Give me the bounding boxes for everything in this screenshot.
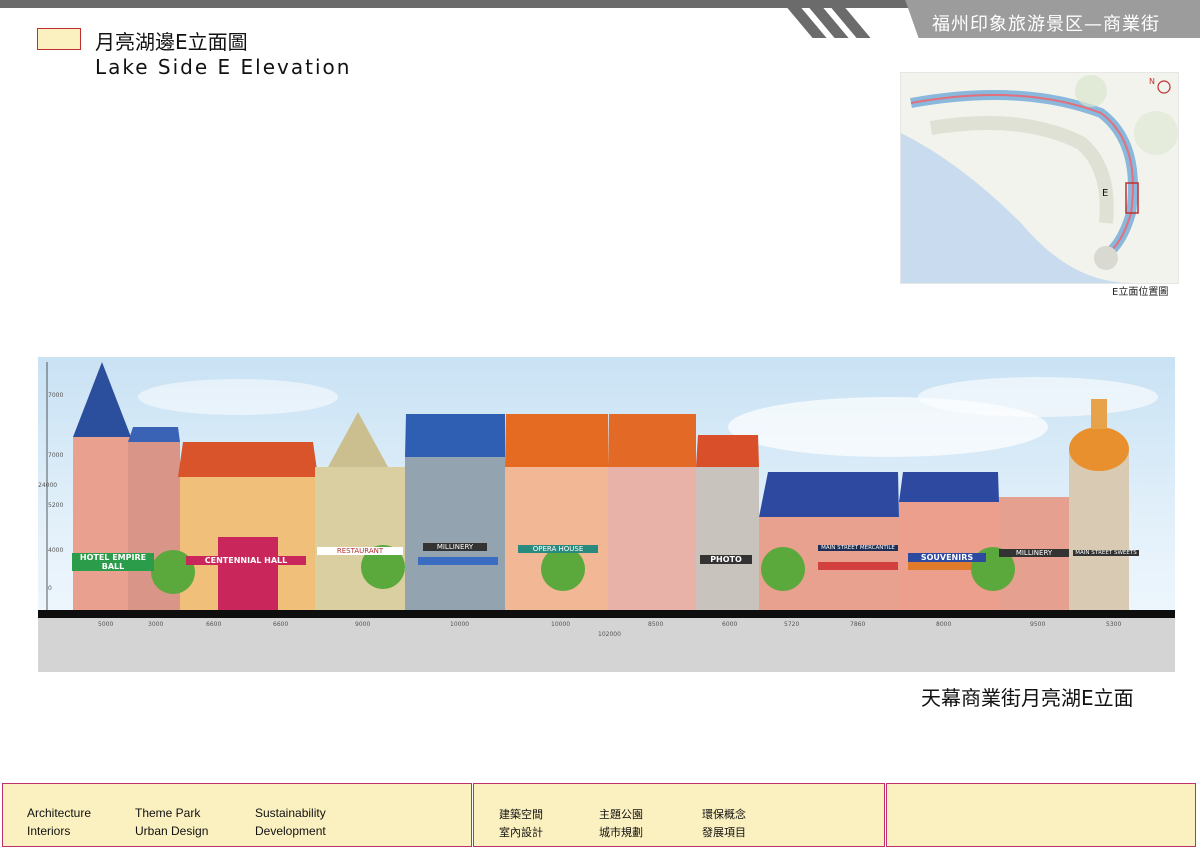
key-map-caption: E立面位置圖 — [1112, 287, 1169, 298]
footer-panel-en: Architecture Interiors Theme Park Urban … — [2, 783, 472, 847]
footer-cn-2a: 主題公園 — [599, 808, 643, 821]
dimension-label: 10000 — [551, 621, 571, 628]
height-label: 7000 — [48, 392, 64, 399]
footer-en-2b: Urban Design — [135, 824, 209, 838]
building-sweets — [1069, 452, 1129, 610]
dimension-label: 10000 — [450, 621, 470, 628]
dimension-label: 8500 — [648, 621, 664, 628]
project-title: 福州印象旅游景区—商業街 — [932, 14, 1160, 35]
footer-panel-cn: 建築空間 室內設計 主題公園 城市規劃 環保概念 發展項目 — [473, 783, 885, 847]
sign-sweets: MAIN STREET SWEETS — [1073, 550, 1139, 556]
height-label: 5200 — [48, 502, 64, 509]
map-marker-label: E — [1102, 188, 1109, 199]
dimension-label: 5720 — [784, 621, 800, 628]
sign-souvenirs: SOUVENIRS — [908, 553, 986, 562]
building-restaurant — [315, 467, 405, 610]
footer-en-1a: Architecture — [27, 806, 92, 820]
key-map-drawing — [901, 73, 1178, 283]
elevation-drawing: HOTEL EMPIRE BALL CENTENNIAL HALL RESTAU… — [38, 357, 1175, 672]
footer-en-1b: Interiors — [27, 824, 71, 838]
building-millinery — [405, 457, 505, 610]
dimension-label: 5000 — [98, 621, 114, 628]
dimension-label: 6600 — [273, 621, 289, 628]
dimension-label: 8000 — [936, 621, 952, 628]
road — [38, 610, 1175, 618]
dimension-label: 5300 — [1106, 621, 1122, 628]
page-title-cn: 月亮湖邊E立面圖 — [95, 30, 248, 54]
total-height-label: 24000 — [38, 482, 58, 489]
title-swatch — [37, 28, 81, 50]
sign-mercantile: MAIN STREET MERCANTILE — [818, 545, 898, 551]
sign-millinery: MILLINERY — [423, 543, 487, 551]
building-photo — [608, 467, 696, 610]
height-label: 4000 — [48, 547, 64, 554]
sign-restaurant: RESTAURANT — [317, 547, 403, 555]
tree — [541, 547, 585, 591]
sign-hotel: HOTEL EMPIRE BALL — [72, 553, 154, 571]
dimension-label: 6000 — [722, 621, 738, 628]
north-label: N — [1149, 77, 1155, 86]
footer-cn-3b: 發展項目 — [702, 826, 746, 839]
dimension-label: 9000 — [355, 621, 371, 628]
height-label: 7000 — [48, 452, 64, 459]
footer-cn-3a: 環保概念 — [702, 808, 746, 821]
ground — [38, 610, 1175, 672]
page-title-en: Lake Side E Elevation — [95, 55, 352, 79]
sign-millinery-2: MILLINERY — [999, 549, 1069, 557]
sign-opera: OPERA HOUSE — [518, 545, 598, 553]
dimension-label: 9500 — [1030, 621, 1046, 628]
tree — [761, 547, 805, 591]
sign-centennial: CENTENNIAL HALL — [186, 556, 306, 565]
footer-en-3a: Sustainability — [255, 806, 326, 820]
height-label: 0 — [48, 585, 52, 592]
key-map: N E — [900, 72, 1179, 284]
elevation-caption: 天幕商業街月亮湖E立面 — [921, 686, 1134, 710]
dimension-label: 6600 — [206, 621, 222, 628]
footer-cn-1a: 建築空間 — [499, 808, 543, 821]
sign-photo: PHOTO — [700, 555, 752, 564]
footer-cn-1b: 室內設計 — [499, 826, 543, 839]
footer-en-3b: Development — [255, 824, 326, 838]
footer-en-2a: Theme Park — [135, 806, 201, 820]
dimension-label: 3000 — [148, 621, 164, 628]
dimension-label: 7860 — [850, 621, 866, 628]
footer-cn-2b: 城市規劃 — [599, 826, 643, 839]
total-dimension-label: 102000 — [598, 631, 621, 638]
building-hotel — [73, 437, 131, 610]
footer-panel-blank — [886, 783, 1196, 847]
